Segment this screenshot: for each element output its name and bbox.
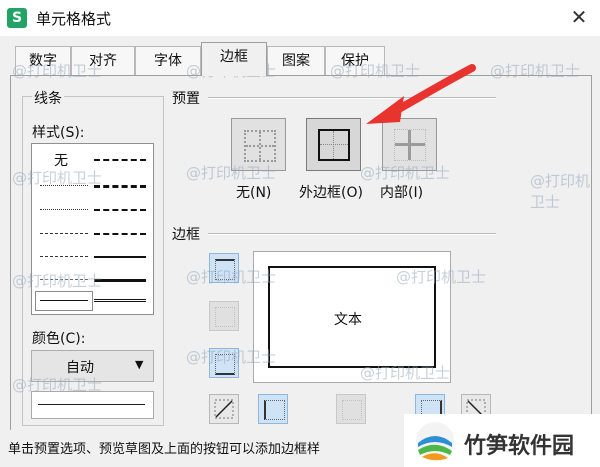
preset-outline-label[interactable]: 外边框(O): [299, 182, 363, 202]
window-title: 单元格格式: [36, 10, 112, 28]
tab-border[interactable]: 边框: [201, 42, 267, 76]
line-style-dash-medium[interactable]: [94, 159, 146, 161]
tab-pattern[interactable]: 图案: [267, 46, 325, 75]
border-inside-horizontal-button[interactable]: [209, 301, 239, 331]
inside-border-icon: [394, 129, 426, 161]
border-inside-horizontal-icon: [215, 307, 235, 327]
line-style-dash[interactable]: [40, 256, 88, 257]
line-style-thick[interactable]: [94, 279, 146, 282]
line-style-dash-dot[interactable]: [40, 233, 88, 234]
close-icon[interactable]: ✕: [566, 4, 592, 30]
preview-text: 文本: [334, 312, 362, 328]
border-bottom-button[interactable]: [209, 348, 239, 378]
border-top-button[interactable]: [209, 253, 239, 283]
preset-inside-label[interactable]: 内部(I): [380, 182, 423, 202]
preset-title: 预置: [172, 91, 200, 107]
brand-name: 竹笋软件园: [464, 434, 575, 459]
brand-logo-icon: [416, 422, 454, 461]
border-inside-vertical-button[interactable]: [336, 394, 366, 424]
no-border-icon: [244, 130, 276, 162]
status-hint: 单击预置选项、预览草图及上面的按钮可以添加边框样: [8, 442, 321, 457]
outline-border-icon: [318, 129, 350, 161]
line-style-selected-box: [35, 291, 93, 311]
diagonal-up-icon: [214, 399, 234, 419]
border-inside-vertical-icon: [342, 400, 362, 420]
tab-alignment[interactable]: 对齐: [71, 46, 135, 75]
line-style-thin[interactable]: [40, 300, 88, 301]
line-style-medium[interactable]: [94, 256, 146, 258]
preset-none-button[interactable]: [231, 118, 286, 171]
tab-font[interactable]: 字体: [135, 46, 201, 75]
line-style-none[interactable]: 无: [54, 150, 68, 170]
color-label: 颜色(C):: [32, 331, 86, 347]
preset-none-label[interactable]: 无(N): [236, 182, 271, 202]
annotation-arrow-icon: [366, 64, 476, 124]
border-title: 边框: [172, 227, 200, 243]
tab-number[interactable]: 数字: [15, 46, 71, 75]
line-style-double[interactable]: [94, 299, 146, 302]
border-bottom-icon: [215, 354, 235, 375]
border-preview[interactable]: 文本: [253, 251, 451, 383]
line-preview: [31, 391, 154, 419]
chevron-down-icon: ▼: [135, 358, 144, 371]
border-diagonal-up-button[interactable]: [209, 394, 239, 424]
line-style-list[interactable]: 无: [31, 143, 154, 315]
border-left-icon: [264, 400, 285, 420]
border-left-button[interactable]: [258, 394, 288, 424]
border-top-icon: [215, 259, 235, 280]
line-style-dotted[interactable]: [40, 209, 88, 210]
app-logo-icon: S: [7, 8, 27, 28]
style-label: 样式(S):: [32, 125, 85, 141]
line-style-dashed-medium[interactable]: [94, 233, 146, 235]
line-style-dash-dot-dot[interactable]: [40, 279, 88, 280]
color-dropdown[interactable]: 自动 ▼: [31, 350, 154, 382]
color-value: 自动: [66, 360, 94, 376]
line-style-thick-dash[interactable]: [94, 185, 146, 188]
line-preview-sample: [38, 404, 145, 405]
line-style-dash-dot-medium[interactable]: [94, 209, 146, 211]
preset-outline-button[interactable]: [306, 118, 361, 171]
line-style-hair[interactable]: [40, 185, 88, 186]
line-group-title: 线条: [32, 88, 64, 108]
border-divider: [208, 233, 496, 235]
tab-bar: 数字 对齐 字体 边框 图案 保护: [0, 36, 600, 76]
